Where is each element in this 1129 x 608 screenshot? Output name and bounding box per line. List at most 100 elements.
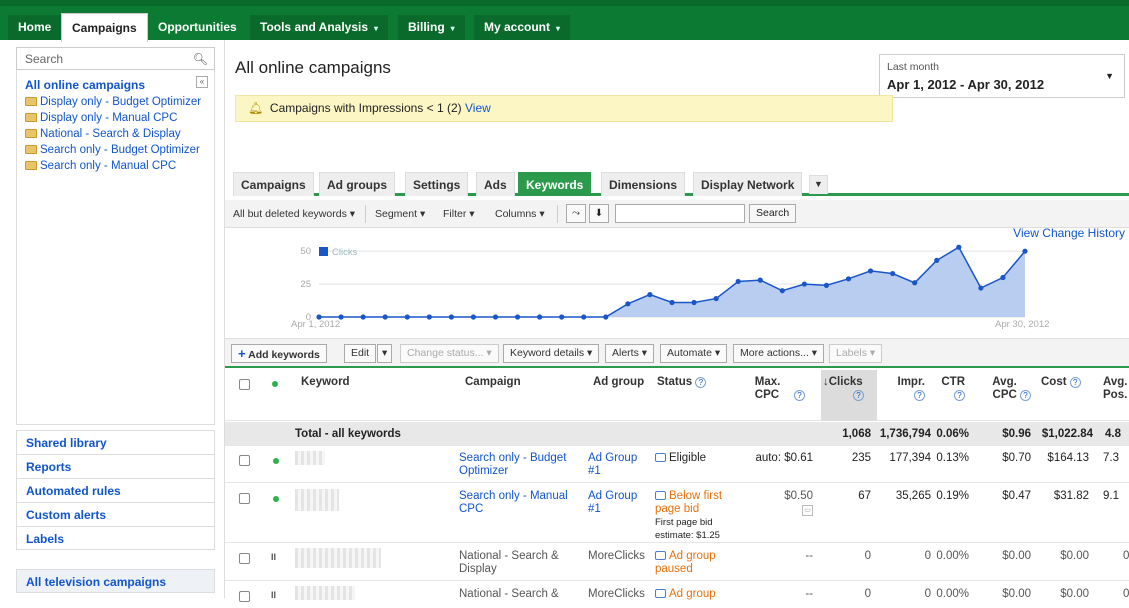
tab-campaigns[interactable]: Campaigns <box>233 172 314 196</box>
alert-view-link[interactable]: View <box>465 101 491 115</box>
nav-tab-campaigns[interactable]: Campaigns <box>61 13 148 42</box>
more-actions-button[interactable]: More actions... ▾ <box>733 344 825 363</box>
chart-point[interactable] <box>956 244 962 250</box>
chart-point[interactable] <box>647 292 653 298</box>
campaign-link[interactable]: Search only - Budget Optimizer <box>459 452 579 478</box>
chart-point[interactable] <box>713 295 719 302</box>
column-header-keyword[interactable]: Keyword <box>301 376 350 389</box>
tree-item-campaign[interactable]: Search only - Budget Optimizer <box>25 144 206 156</box>
nav-tab-tools[interactable]: Tools and Analysis ▾ <box>250 15 390 40</box>
search-icon[interactable]: 🔍︎ <box>193 52 208 66</box>
help-icon[interactable]: ? <box>954 390 965 401</box>
help-icon[interactable]: ? <box>1069 377 1081 388</box>
sidebar-link-reports[interactable]: Reports <box>16 454 215 478</box>
chart-point[interactable] <box>404 314 410 320</box>
help-icon[interactable]: ? <box>794 390 805 401</box>
search-button[interactable]: Search <box>749 204 797 223</box>
tab-settings[interactable]: Settings <box>405 172 469 196</box>
ad-group-link[interactable]: Ad Group #1 <box>588 490 648 516</box>
ad-group-link[interactable]: Ad Group #1 <box>588 452 648 478</box>
tab-ad-groups[interactable]: Ad groups <box>319 172 395 196</box>
tab-keywords[interactable]: Keywords <box>518 172 592 196</box>
bid-edit-icon[interactable]: ▭ <box>802 505 813 516</box>
sidebar-search-input[interactable]: Search 🔍︎ <box>16 47 215 70</box>
chart-point[interactable] <box>625 301 631 307</box>
tab-ads[interactable]: Ads <box>476 172 515 196</box>
sidebar-link-custom-alerts[interactable]: Custom alerts <box>16 502 215 526</box>
chart-point[interactable] <box>448 314 454 320</box>
chart-point[interactable] <box>691 299 697 306</box>
column-header-cost[interactable]: Cost ? <box>1041 376 1081 389</box>
tree-item-campaign[interactable]: National - Search & Display <box>25 128 206 140</box>
graph-icon[interactable]: ⤳ <box>566 204 586 223</box>
edit-dropdown-button[interactable]: ▾ <box>377 344 393 363</box>
chart-point[interactable] <box>735 278 741 285</box>
nav-tab-opportunities[interactable]: Opportunities <box>148 15 248 40</box>
sidebar-link-labels[interactable]: Labels <box>16 526 215 550</box>
row-checkbox[interactable] <box>239 553 250 564</box>
tree-item-campaign[interactable]: Display only - Budget Optimizer <box>25 96 206 108</box>
chart-point[interactable] <box>559 314 565 320</box>
chart-point[interactable] <box>845 276 852 282</box>
status-cell[interactable]: Eligible <box>655 452 706 465</box>
sidebar-link-shared-library[interactable]: Shared library <box>16 430 215 454</box>
row-checkbox[interactable] <box>239 455 250 466</box>
labels-button[interactable]: Labels ▾ <box>829 344 883 363</box>
download-icon[interactable]: ⬇︎ <box>589 204 609 223</box>
chart-point[interactable] <box>912 280 918 286</box>
tree-root-all-online-campaigns[interactable]: All online campaigns <box>25 78 206 92</box>
sidebar-link-automated-rules[interactable]: Automated rules <box>16 478 215 502</box>
row-checkbox[interactable] <box>239 591 250 602</box>
chart-point[interactable] <box>934 257 940 263</box>
tree-item-campaign[interactable]: Display only - Manual CPC <box>25 112 206 124</box>
chart-point[interactable] <box>779 288 785 294</box>
chart-point[interactable] <box>382 314 388 320</box>
chart-point[interactable] <box>514 314 521 320</box>
tree-item-campaign[interactable]: Search only - Manual CPC <box>25 160 206 172</box>
edit-button[interactable]: Edit <box>344 344 377 363</box>
chart-point[interactable] <box>360 314 366 320</box>
keywords-filter-dropdown[interactable]: All but deleted keywords ▾ <box>233 208 355 220</box>
filter-dropdown[interactable]: Filter ▾ <box>443 208 475 220</box>
status-cell[interactable]: Ad group <box>655 588 747 601</box>
column-header-clicks[interactable]: ↓Clicks? <box>823 376 877 402</box>
chart-point[interactable] <box>669 299 675 306</box>
tab-display-network[interactable]: Display Network <box>693 172 803 196</box>
chart-point[interactable] <box>801 281 807 287</box>
chart-point[interactable] <box>1000 274 1006 281</box>
column-header-max-cpc[interactable]: Max. CPC ? <box>745 376 805 402</box>
column-header-ctr[interactable]: CTR? <box>931 376 965 402</box>
chart-point[interactable] <box>581 314 587 320</box>
chart-point[interactable] <box>603 314 609 320</box>
chart-point[interactable] <box>426 314 432 320</box>
status-cell[interactable]: Ad group paused <box>655 550 747 576</box>
change-status-button[interactable]: Change status... ▾ <box>400 344 499 363</box>
chart-point[interactable] <box>867 268 874 274</box>
column-header-avg-cpc[interactable]: Avg. CPC ? <box>973 376 1031 402</box>
select-all-checkbox[interactable] <box>239 379 250 390</box>
keyword-details-button[interactable]: Keyword details ▾ <box>503 344 600 363</box>
chart-point[interactable] <box>492 314 499 320</box>
column-header-impr[interactable]: Impr.? <box>879 376 925 402</box>
more-tabs-button[interactable]: ▼ <box>809 175 828 194</box>
tab-dimensions[interactable]: Dimensions <box>601 172 686 196</box>
chart-point[interactable] <box>823 282 830 288</box>
collapse-sidebar-icon[interactable]: « <box>196 76 208 88</box>
nav-tab-billing[interactable]: Billing ▾ <box>398 15 466 40</box>
automate-button[interactable]: Automate ▾ <box>660 344 728 363</box>
chart-point[interactable] <box>890 270 896 277</box>
add-keywords-button[interactable]: + Add keywords <box>231 344 327 363</box>
status-cell[interactable]: Below first page bid First page bid estim… <box>655 490 747 542</box>
date-range-selector[interactable]: Last month Apr 1, 2012 - Apr 30, 2012 ▼ <box>879 54 1125 98</box>
keyword-search-input[interactable] <box>615 204 745 223</box>
help-icon[interactable]: ? <box>914 390 925 401</box>
sidebar-tv-campaigns[interactable]: All television campaigns <box>16 569 215 593</box>
nav-tab-home[interactable]: Home <box>8 15 63 40</box>
columns-dropdown[interactable]: Columns ▾ <box>495 208 545 220</box>
row-checkbox[interactable] <box>239 493 250 504</box>
chart-point[interactable] <box>470 314 477 320</box>
alerts-button[interactable]: Alerts ▾ <box>605 344 655 363</box>
column-header-avg-pos[interactable]: Avg. Pos. <box>1103 376 1129 402</box>
segment-dropdown[interactable]: Segment ▾ <box>375 208 425 220</box>
chart-point[interactable] <box>1022 248 1028 254</box>
